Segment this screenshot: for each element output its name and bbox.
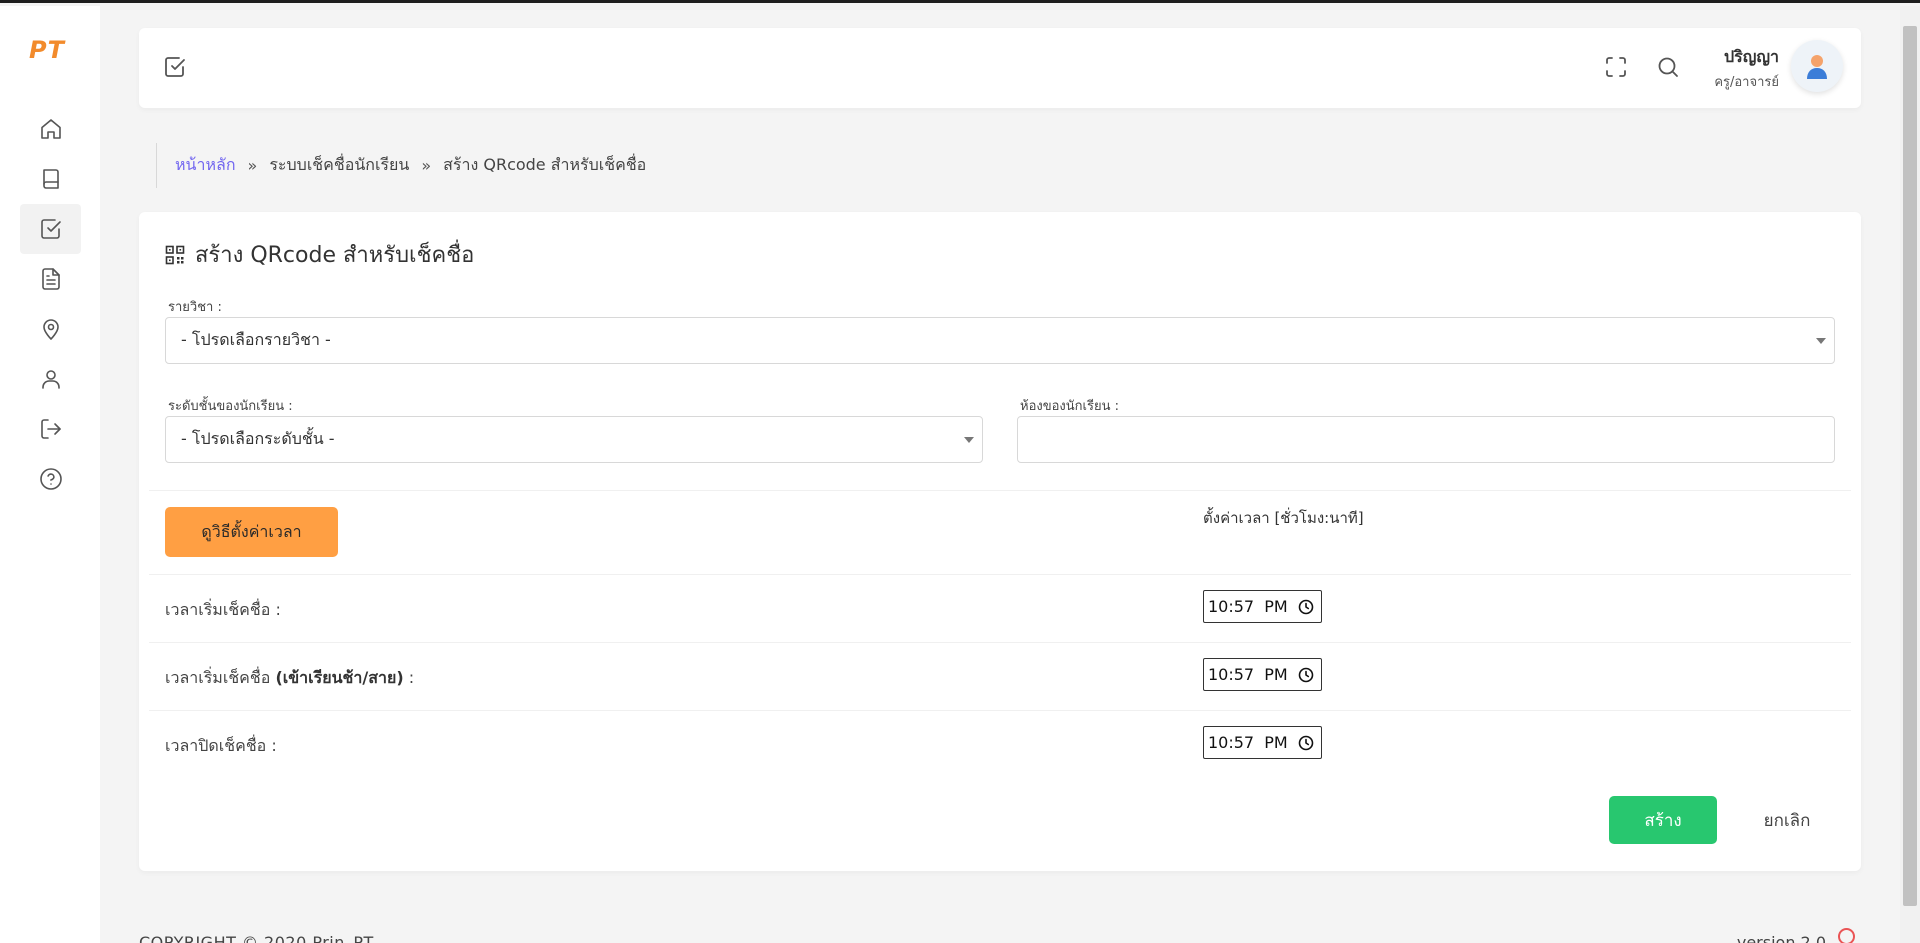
breadcrumb-current: สร้าง QRcode สำหรับเช็คชื่อ bbox=[443, 155, 647, 174]
user-name: ปริญญา bbox=[1724, 47, 1779, 66]
breadcrumb-separator: » bbox=[421, 156, 432, 175]
start-checkin-time-value: 10:57 PM bbox=[1208, 597, 1288, 616]
late-checkin-time-value: 10:57 PM bbox=[1208, 665, 1288, 684]
level-select-value: - โปรดเลือกระดับชั้น - bbox=[181, 429, 335, 448]
divider bbox=[149, 490, 1851, 491]
fullscreen-button[interactable] bbox=[1604, 55, 1628, 79]
subject-select[interactable]: - โปรดเลือกรายวิชา - bbox=[165, 317, 1835, 364]
breadcrumb-attendance-system[interactable]: ระบบเช็คชื่อนักเรียน bbox=[269, 153, 409, 178]
book-icon bbox=[42, 169, 59, 189]
sidebar-item-profile[interactable] bbox=[20, 354, 81, 404]
level-label: ระดับชั้นของนักเรียน : bbox=[168, 399, 293, 414]
sidebar-item-attendance[interactable] bbox=[20, 204, 81, 254]
sidebar-item-documents[interactable] bbox=[20, 254, 81, 304]
user-icon bbox=[41, 370, 60, 389]
maximize-icon bbox=[1606, 57, 1626, 77]
sidebar-item-logout[interactable] bbox=[20, 404, 81, 454]
howto-time-button[interactable]: ดูวิธีตั้งค่าเวลา bbox=[165, 507, 338, 557]
clock-icon[interactable] bbox=[1298, 667, 1314, 683]
scrollbar-thumb[interactable] bbox=[1903, 26, 1917, 906]
user-role: ครู/อาจารย์ bbox=[1714, 75, 1779, 90]
footer-version: version 2.0 bbox=[1736, 933, 1826, 943]
divider bbox=[149, 710, 1851, 711]
divider bbox=[149, 642, 1851, 643]
footer-copyright: COPYRIGHT © 2020 Prin_PT bbox=[139, 933, 374, 943]
check-square-icon bbox=[165, 57, 185, 77]
footer-circle-icon bbox=[1838, 928, 1855, 943]
sidebar-item-help[interactable] bbox=[20, 454, 81, 504]
top-header: ปริญญา ครู/อาจารย์ bbox=[139, 28, 1861, 108]
avatar[interactable] bbox=[1791, 40, 1843, 92]
level-select[interactable]: - โปรดเลือกระดับชั้น - bbox=[165, 416, 983, 463]
clock-icon[interactable] bbox=[1298, 735, 1314, 751]
app-logo[interactable]: PT bbox=[29, 36, 65, 64]
time-settings-header: ตั้งค่าเวลา [ชั่วโมง:นาที] bbox=[1203, 509, 1364, 527]
header-attendance-icon[interactable] bbox=[163, 55, 187, 79]
close-checkin-time-value: 10:57 PM bbox=[1208, 733, 1288, 752]
file-text-icon bbox=[41, 268, 60, 290]
help-circle-icon bbox=[39, 468, 62, 490]
breadcrumb: หน้าหลัก » ระบบเช็คชื่อนักเรียน » สร้าง … bbox=[156, 143, 646, 188]
subject-label: รายวิชา : bbox=[168, 300, 222, 315]
home-icon bbox=[40, 119, 61, 139]
breadcrumb-home-link[interactable]: หน้าหลัก bbox=[175, 153, 236, 178]
subject-select-value: - โปรดเลือกรายวิชา - bbox=[181, 330, 331, 349]
start-checkin-label: เวลาเริ่มเช็คชื่อ : bbox=[165, 600, 281, 619]
breadcrumb-separator: » bbox=[247, 156, 258, 175]
chevron-down-icon bbox=[964, 437, 974, 443]
close-checkin-label: เวลาปิดเช็คชื่อ : bbox=[165, 736, 277, 755]
late-checkin-label: เวลาเริ่มเช็คชื่อ (เข้าเรียนช้า/สาย) : bbox=[165, 668, 415, 687]
log-out-icon bbox=[40, 419, 61, 439]
room-label: ห้องของนักเรียน : bbox=[1020, 399, 1119, 414]
close-checkin-time-input[interactable]: 10:57 PM bbox=[1203, 726, 1322, 759]
map-pin-icon bbox=[42, 319, 59, 340]
qrcode-icon bbox=[165, 245, 185, 264]
sidebar-item-location[interactable] bbox=[20, 304, 81, 354]
create-button[interactable]: สร้าง bbox=[1609, 796, 1717, 844]
chevron-down-icon bbox=[1816, 338, 1826, 344]
room-input[interactable] bbox=[1017, 416, 1835, 463]
start-checkin-time-input[interactable]: 10:57 PM bbox=[1203, 590, 1322, 623]
search-button[interactable] bbox=[1656, 55, 1680, 79]
check-square-icon bbox=[40, 219, 61, 239]
divider bbox=[149, 574, 1851, 575]
sidebar: PT bbox=[0, 6, 100, 943]
avatar-person-icon bbox=[1807, 55, 1827, 79]
card-title: สร้าง QRcode สำหรับเช็คชื่อ bbox=[165, 237, 474, 272]
sidebar-item-home[interactable] bbox=[20, 104, 81, 154]
cancel-button[interactable]: ยกเลิก bbox=[1737, 796, 1837, 844]
search-icon bbox=[1658, 57, 1678, 77]
late-checkin-time-input[interactable]: 10:57 PM bbox=[1203, 658, 1322, 691]
clock-icon[interactable] bbox=[1298, 599, 1314, 615]
sidebar-item-courses[interactable] bbox=[20, 154, 81, 204]
card-title-text: สร้าง QRcode สำหรับเช็คชื่อ bbox=[195, 243, 475, 268]
create-qrcode-card: สร้าง QRcode สำหรับเช็คชื่อ รายวิชา : - … bbox=[139, 212, 1861, 871]
page-scrollbar[interactable] bbox=[1900, 6, 1920, 943]
